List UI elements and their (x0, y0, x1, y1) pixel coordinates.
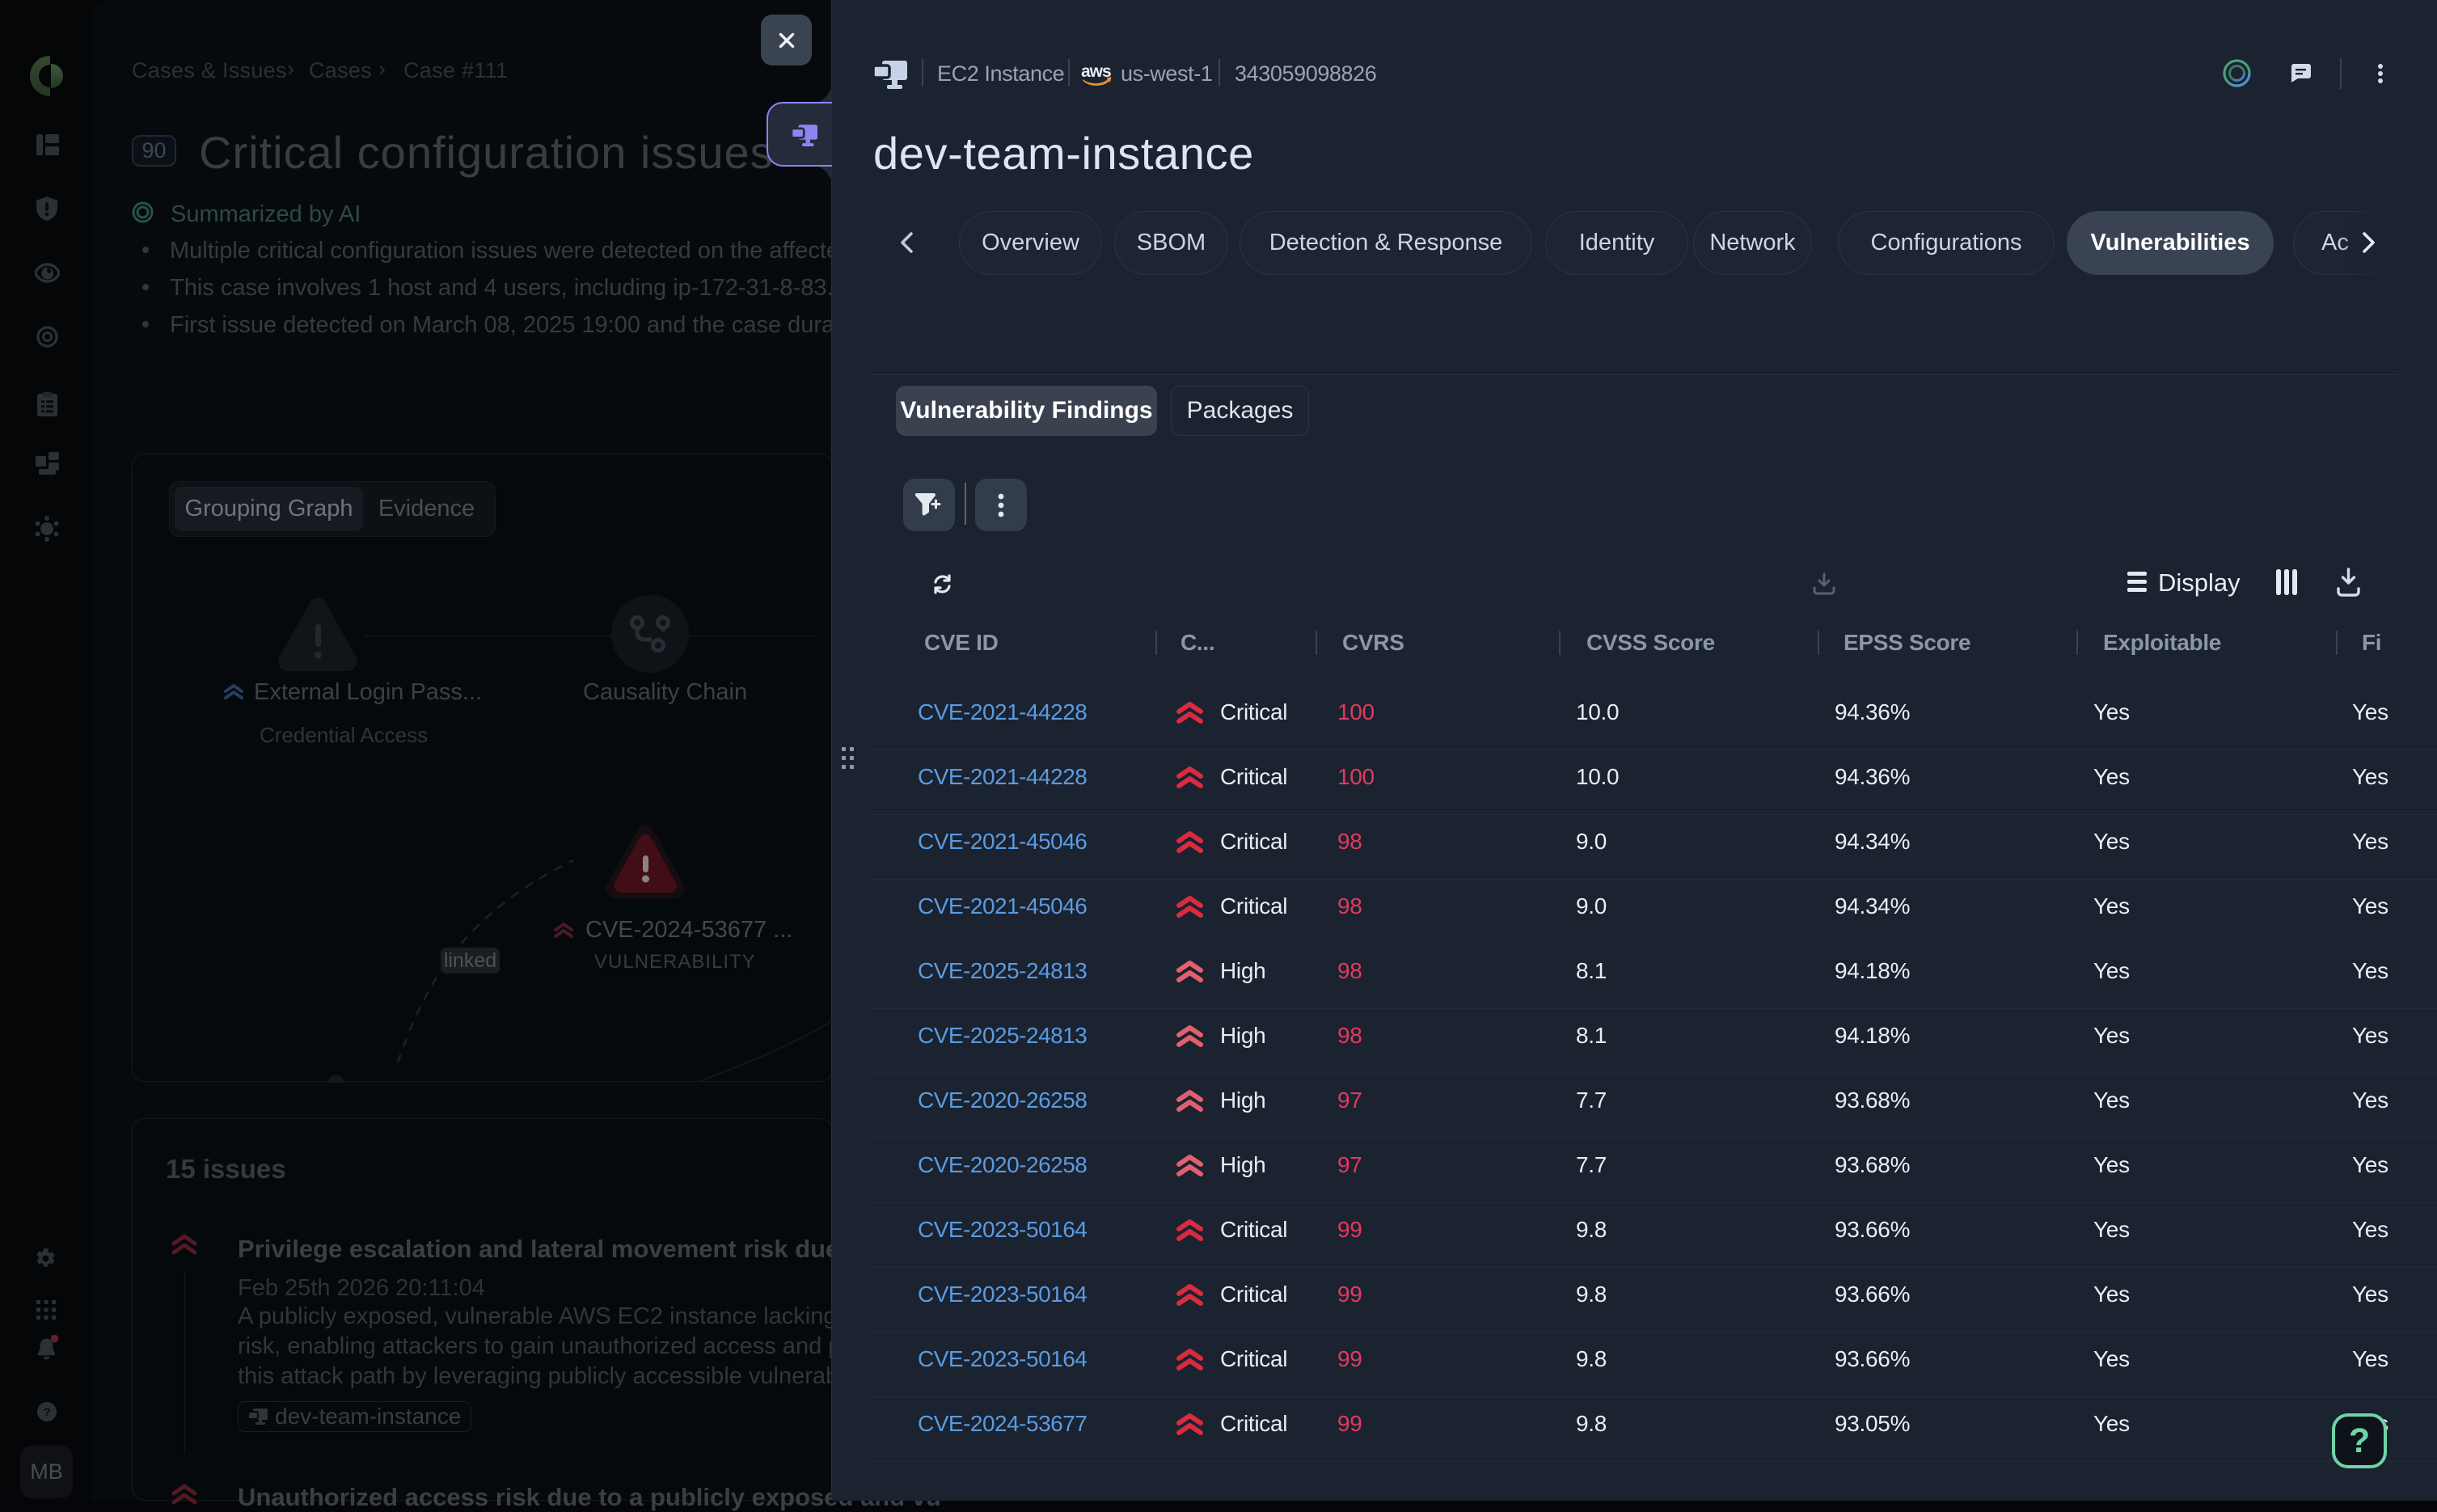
svg-text:?: ? (43, 1406, 50, 1420)
svg-text:aws: aws (1081, 62, 1111, 81)
